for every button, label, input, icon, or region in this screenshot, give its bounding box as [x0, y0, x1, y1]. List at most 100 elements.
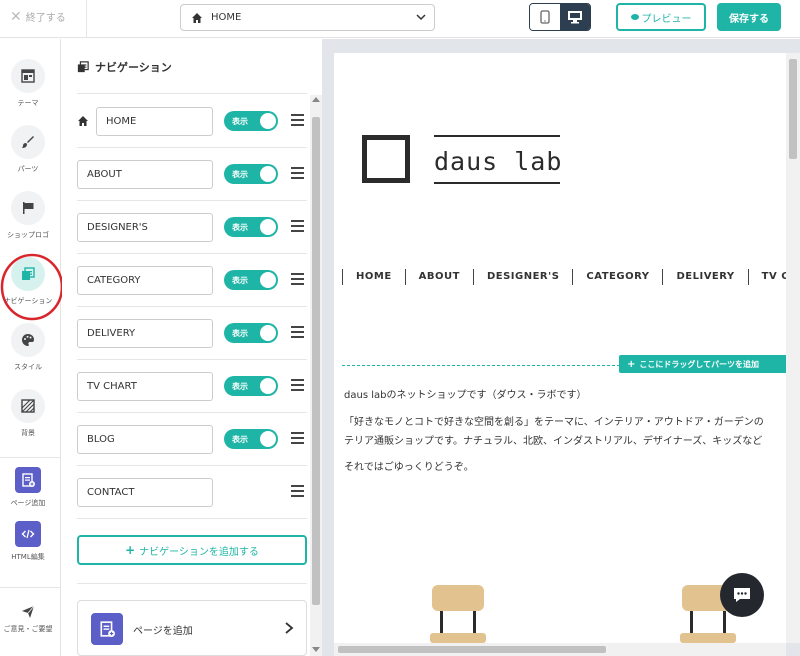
- intro-text: 「好きなモノとコトで好きな空間を創る」をテーマに、インテリア・アウトドア・ガーデ…: [344, 417, 764, 428]
- sidebar-item-feedback[interactable]: ご意見・ご要望: [0, 601, 56, 634]
- smartphone-icon: [540, 10, 550, 24]
- logo-mark: [362, 135, 410, 183]
- add-page-card[interactable]: ページを追加: [77, 600, 307, 656]
- sidebar-item-label: テーマ: [17, 99, 39, 107]
- drag-handle-icon[interactable]: [291, 379, 304, 392]
- drag-handle-icon[interactable]: [291, 114, 304, 127]
- background-icon: [21, 399, 35, 413]
- sidebar-item-label: スタイル: [14, 363, 42, 371]
- sidebar-divider: [0, 457, 60, 458]
- chat-button[interactable]: [720, 573, 764, 617]
- flag-icon: [23, 202, 34, 214]
- nav-item-row: DESIGNER'S 表示: [77, 201, 307, 254]
- desktop-view-button[interactable]: [560, 4, 590, 30]
- visibility-toggle[interactable]: 表示: [224, 270, 278, 290]
- logo-rule: [434, 182, 560, 184]
- close-editor-button[interactable]: ✕ 終了する: [10, 8, 66, 25]
- preview-button[interactable]: プレビュー: [616, 3, 706, 31]
- add-navigation-label: ナビゲーションを追加する: [139, 546, 259, 558]
- visibility-toggle[interactable]: 表示: [224, 164, 278, 184]
- preview-vertical-scrollbar[interactable]: [786, 53, 800, 643]
- monitor-icon: [568, 11, 582, 24]
- preview-page: daus lab HOME ABOUT DESIGNER'S CATEGORY …: [334, 53, 786, 656]
- nav-item-input[interactable]: DESIGNER'S: [77, 213, 213, 242]
- home-icon: [78, 116, 88, 126]
- divider: [77, 583, 307, 584]
- sidebar-item-shop-logo[interactable]: ショップロゴ: [0, 191, 56, 240]
- sidebar-item-label: ナビゲーション: [3, 297, 53, 305]
- visibility-toggle[interactable]: 表示: [224, 111, 278, 131]
- nav-item-row: CONTACT: [77, 466, 307, 519]
- panel-scrollbar[interactable]: [310, 95, 322, 656]
- shop-logo-text: daus lab: [434, 147, 563, 176]
- sidebar-item-label: ページ追加: [10, 499, 46, 507]
- drag-handle-icon[interactable]: [291, 220, 304, 233]
- page-select[interactable]: HOME: [180, 4, 435, 31]
- sidebar-item-label: ショップロゴ: [7, 231, 49, 239]
- sidebar-item-background[interactable]: 背景: [0, 389, 56, 438]
- nav-item-row: BLOG 表示: [77, 413, 307, 466]
- top-bar: ✕ 終了する HOME プレビュー 保存する: [0, 0, 800, 38]
- paper-plane-icon: [22, 605, 35, 618]
- nav-item-row: TV CHART 表示: [77, 360, 307, 413]
- global-nav-item[interactable]: DELIVERY: [662, 269, 747, 285]
- mobile-view-button[interactable]: [530, 4, 560, 30]
- drag-handle-icon[interactable]: [291, 432, 304, 445]
- nav-item-input[interactable]: HOME: [96, 107, 213, 136]
- global-nav-item[interactable]: ABOUT: [404, 269, 473, 285]
- add-navigation-button[interactable]: + ナビゲーションを追加する: [77, 535, 307, 565]
- visibility-toggle[interactable]: 表示: [224, 217, 278, 237]
- chevron-right-icon: [285, 622, 294, 634]
- drop-zone-label: ここにドラッグしてパーツを追加: [639, 359, 759, 369]
- sidebar-item-label: パーツ: [17, 165, 39, 173]
- sidebar-item-theme[interactable]: テーマ: [0, 59, 56, 108]
- global-nav-item[interactable]: DESIGNER'S: [472, 269, 572, 285]
- add-page-label: ページを追加: [133, 626, 193, 637]
- sidebar-item-navigation[interactable]: ナビゲーション: [0, 257, 56, 306]
- nav-item-input[interactable]: CONTACT: [77, 478, 213, 507]
- drag-handle-icon[interactable]: [291, 167, 304, 180]
- sidebar-item-parts[interactable]: パーツ: [0, 125, 56, 174]
- save-button[interactable]: 保存する: [717, 3, 781, 31]
- navigation-icon: [77, 61, 89, 73]
- nav-item-row: HOME 表示: [77, 95, 307, 148]
- logo-rule: [434, 135, 560, 137]
- close-icon: ✕: [10, 8, 22, 25]
- nav-item-input[interactable]: BLOG: [77, 425, 213, 454]
- intro-text: daus labのネットショップです（ダウス・ラボです）: [344, 390, 587, 401]
- plus-icon: +: [125, 543, 136, 557]
- drag-handle-icon[interactable]: [291, 326, 304, 339]
- drop-zone-badge[interactable]: + ここにドラッグしてパーツを追加: [619, 355, 786, 373]
- visibility-toggle[interactable]: 表示: [224, 376, 278, 396]
- chat-bubble-icon: [734, 588, 750, 602]
- visibility-toggle[interactable]: 表示: [224, 429, 278, 449]
- drag-handle-icon[interactable]: [291, 485, 304, 498]
- nav-item-input[interactable]: TV CHART: [77, 372, 213, 401]
- sidebar-item-style[interactable]: スタイル: [0, 323, 56, 372]
- device-toggle: [529, 3, 591, 31]
- navigation-panel: ナビゲーション HOME 表示 ABOUT 表示 DESIGNER'S 表示 C…: [62, 39, 322, 656]
- nav-item-input[interactable]: DELIVERY: [77, 319, 213, 348]
- intro-text: それではごゆっくりどうぞ。: [344, 462, 474, 473]
- navigation-icon: [22, 267, 35, 280]
- nav-item-input[interactable]: ABOUT: [77, 160, 213, 189]
- global-nav-item[interactable]: TV CHART: [747, 269, 786, 285]
- preview-horizontal-scrollbar[interactable]: [334, 643, 786, 656]
- code-icon: [21, 529, 35, 539]
- nav-item-row: DELIVERY 表示: [77, 307, 307, 360]
- add-page-icon: [100, 621, 115, 637]
- intro-text: テリア通販ショップです。ナチュラル、北欧、インダストリアル、デザイナーズ、キッズ…: [344, 436, 763, 447]
- sidebar-item-add-page[interactable]: ページ追加: [0, 463, 56, 508]
- visibility-toggle[interactable]: 表示: [224, 323, 278, 343]
- close-label: 終了する: [25, 13, 66, 24]
- theme-icon: [21, 69, 35, 83]
- nav-item-input[interactable]: CATEGORY: [77, 266, 213, 295]
- drag-handle-icon[interactable]: [291, 273, 304, 286]
- global-nav-item[interactable]: CATEGORY: [572, 269, 662, 285]
- sidebar-item-html-edit[interactable]: HTML編集: [0, 517, 56, 562]
- sidebar-divider: [0, 587, 60, 588]
- global-nav-item[interactable]: HOME: [342, 269, 405, 285]
- sidebar-item-label: HTML編集: [11, 553, 45, 561]
- add-page-icon: [22, 473, 35, 487]
- nav-item-row: CATEGORY 表示: [77, 254, 307, 307]
